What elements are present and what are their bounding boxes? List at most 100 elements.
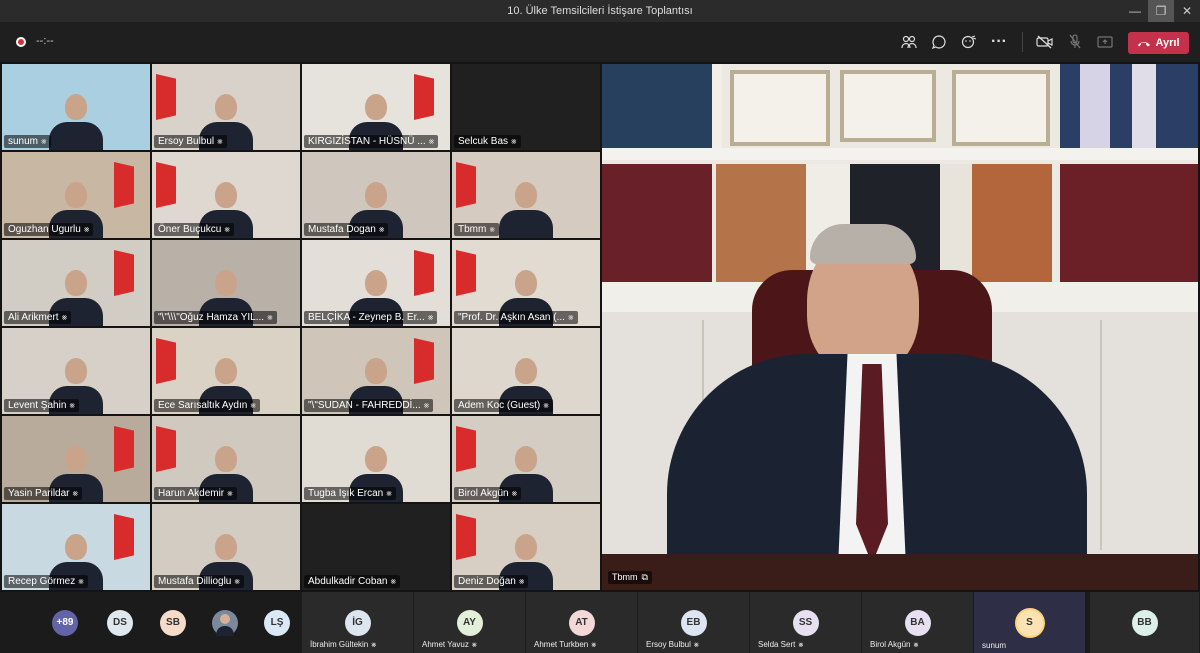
participant-tile[interactable]: SB (156, 592, 190, 653)
tile-name-label: Ali Arikmert ⨳ (4, 311, 72, 324)
video-tile[interactable]: Tugba Işık Ercan ⨳ (302, 416, 450, 502)
video-tile[interactable]: KIRGIZİSTAN - HÜSNÜ ... ⨳ (302, 64, 450, 150)
leave-label: Ayrıl (1155, 37, 1180, 49)
participant-tile[interactable]: BB (1090, 592, 1200, 653)
participant-name: Tbmm (458, 224, 487, 235)
tile-name-label: Öner Buçukcu ⨳ (154, 223, 234, 236)
tile-name-label: Levent Şahin ⨳ (4, 399, 79, 412)
participant-name: "Prof. Dr. Aşkın Asan (... (458, 312, 565, 323)
tile-name-label: Birol Akgün ⨳ (454, 487, 522, 500)
restore-button[interactable]: ❐ (1148, 0, 1174, 22)
video-gallery: sunum ⨳ Ersoy Bulbul ⨳ KIRGIZİSTAN - HÜSNÜ .… (2, 64, 600, 590)
mic-muted-icon: ⨳ (427, 312, 434, 322)
mic-muted-icon: ⨳ (471, 640, 477, 649)
tile-name-label: "\"\\\"Oğuz Hamza YIL... ⨳ (154, 311, 277, 324)
minimize-button[interactable]: — (1122, 0, 1148, 22)
participant-tile[interactable]: AY Ahmet Yavuz ⨳ (414, 592, 526, 653)
toolbar-divider (1022, 32, 1023, 52)
video-tile[interactable]: Tbmm ⨳ (452, 152, 600, 238)
video-tile[interactable]: "Prof. Dr. Aşkın Asan (... ⨳ (452, 240, 600, 326)
photo-frame (840, 70, 936, 142)
video-tile[interactable]: BELÇİKA - Zeynep B. Er... ⨳ (302, 240, 450, 326)
participant-avatar: +89 (52, 609, 78, 636)
participant-tile[interactable]: DS (103, 592, 137, 653)
video-tile[interactable]: Birol Akgün ⨳ (452, 416, 600, 502)
participant-strip-name: İbrahim Gültekin ⨳ (310, 640, 377, 649)
video-tile[interactable]: Ali Arikmert ⨳ (2, 240, 150, 326)
participant-tile[interactable]: LŞ (260, 592, 294, 653)
people-icon[interactable] (900, 33, 918, 51)
flag-icon (456, 514, 476, 560)
video-tile[interactable]: Harun Akdemir ⨳ (152, 416, 300, 502)
participant-strip-name: Ersoy Bulbul ⨳ (646, 640, 699, 649)
participant-name: Ersoy Bulbul (158, 136, 215, 147)
reactions-icon[interactable] (960, 33, 978, 51)
participant-name: Öner Buçukcu (158, 224, 222, 235)
participant-avatar: AY (456, 609, 483, 636)
participant-name: Abdulkadir Coban (308, 576, 388, 587)
mic-muted-icon: ⨳ (489, 224, 495, 234)
video-tile[interactable]: Öner Buçukcu ⨳ (152, 152, 300, 238)
tile-name-label: Selcuk Bas ⨳ (454, 135, 521, 148)
flag-icon (114, 514, 134, 560)
video-tile[interactable]: Yasin Parildar ⨳ (2, 416, 150, 502)
video-tile[interactable]: Ersoy Bulbul ⨳ (152, 64, 300, 150)
video-tile[interactable]: "\"\\\"Oğuz Hamza YIL... ⨳ (152, 240, 300, 326)
flag-icon (414, 74, 434, 120)
tile-name-label: sunum ⨳ (4, 135, 51, 148)
participant-strip: +89 DS SB LŞ İG İbrahim Gültekin ⨳ AY Ahmet Yavu… (0, 592, 1200, 653)
more-icon[interactable]: ··· (990, 33, 1008, 51)
participant-tile[interactable] (208, 592, 242, 653)
video-tile[interactable]: Levent Şahin ⨳ (2, 328, 150, 414)
camera-off-icon[interactable] (1036, 33, 1054, 51)
participant-name: "\"SUDAN - FAHREDDİ... (308, 400, 421, 411)
mic-muted-icon: ⨳ (423, 400, 430, 410)
participant-tile[interactable]: İG İbrahim Gültekin ⨳ (302, 592, 414, 653)
flag-icon (456, 162, 476, 208)
participant-name: Selcuk Bas (458, 136, 509, 147)
tile-name-label: KIRGIZİSTAN - HÜSNÜ ... ⨳ (304, 135, 439, 148)
mic-muted-icon: ⨳ (41, 136, 47, 146)
participant-name: Oguzhan Ugurlu (8, 224, 81, 235)
participant-tile[interactable]: +89 (48, 592, 82, 653)
meeting-toolbar: --:-- ··· Ayrıl (0, 22, 1200, 62)
photo-frame (730, 70, 830, 146)
chat-icon[interactable] (930, 33, 948, 51)
tile-name-label: Adem Koc (Guest) ⨳ (454, 399, 553, 412)
participant-tile[interactable]: EB Ersoy Bulbul ⨳ (638, 592, 750, 653)
mic-muted-icon: ⨳ (61, 312, 68, 322)
video-tile[interactable]: Mustafa Dillioglu ⨳ (152, 504, 300, 590)
tile-name-label: Tugba Işık Ercan ⨳ (304, 487, 396, 500)
leave-button[interactable]: Ayrıl (1128, 32, 1189, 54)
video-tile[interactable]: Mustafa Dogan ⨳ (302, 152, 450, 238)
tile-name-label: Ersoy Bulbul ⨳ (154, 135, 227, 148)
video-tile[interactable]: Recep Görmez ⨳ (2, 504, 150, 590)
video-tile[interactable]: Abdulkadir Coban ⨳ (302, 504, 450, 590)
video-tile[interactable]: Selcuk Bas ⨳ (452, 64, 600, 150)
video-tile[interactable]: sunum ⨳ (2, 64, 150, 150)
participant-tile[interactable]: SS Selda Sert ⨳ (750, 592, 862, 653)
mic-muted-icon: ⨳ (267, 312, 273, 322)
close-button[interactable]: ✕ (1174, 0, 1200, 22)
mic-muted-icon: ⨳ (217, 136, 223, 146)
flag-icon (156, 74, 176, 120)
participant-name: Harun Akdemir (158, 488, 225, 499)
title-bar: 10. Ülke Temsilcileri İstişare Toplantıs… (0, 0, 1200, 22)
video-tile[interactable]: Adem Koc (Guest) ⨳ (452, 328, 600, 414)
video-tile[interactable]: "\"SUDAN - FAHREDDİ... ⨳ (302, 328, 450, 414)
participant-avatar: BA (904, 609, 931, 636)
main-video[interactable]: Tbmm ⧉ (602, 64, 1198, 590)
participant-tile[interactable]: AT Ahmet Turkben ⨳ (526, 592, 638, 653)
participant-name: Yasin Parildar (8, 488, 70, 499)
participant-tile[interactable]: Ssunum (974, 592, 1086, 653)
participant-name: Levent Şahin (8, 400, 67, 411)
tile-name-label: Ece Sarısaltık Aydın ⨳ (154, 399, 260, 412)
participant-avatar: İG (344, 609, 371, 636)
participant-avatar: LŞ (264, 609, 290, 636)
video-tile[interactable]: Deniz Doğan ⨳ (452, 504, 600, 590)
video-tile[interactable]: Oguzhan Ugurlu ⨳ (2, 152, 150, 238)
video-tile[interactable]: Ece Sarısaltık Aydın ⨳ (152, 328, 300, 414)
share-icon[interactable] (1096, 33, 1114, 51)
mic-off-icon[interactable] (1066, 33, 1084, 51)
participant-tile[interactable]: BA Birol Akgün ⨳ (862, 592, 974, 653)
